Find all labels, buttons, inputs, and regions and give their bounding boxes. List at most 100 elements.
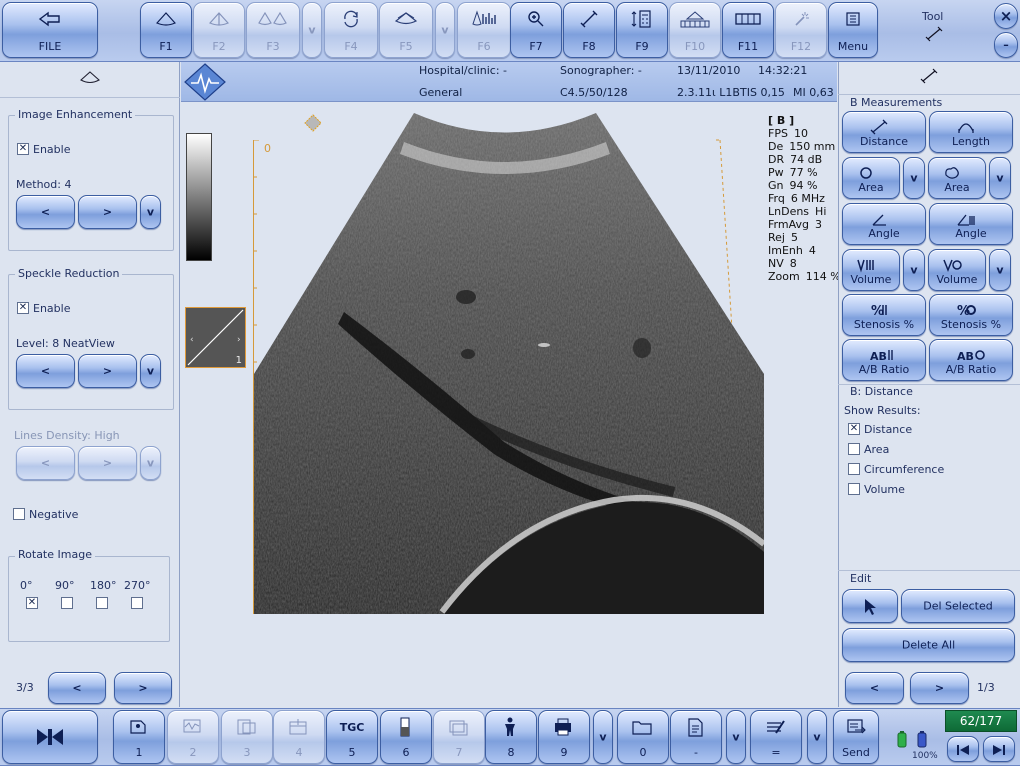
delete-all-button[interactable]: Delete All [842,628,1015,662]
tool-measure-icon [925,26,943,45]
volume-ellipse-button-more[interactable]: v [989,249,1011,291]
file-button[interactable]: FILE [2,2,98,58]
del-selected-button[interactable]: Del Selected [901,589,1015,623]
archive-button[interactable]: 4 [273,710,325,764]
f3-button[interactable]: F3 [246,2,300,58]
scan-param-value: 5 [790,231,798,244]
menu-list-icon [829,9,877,29]
f2-button[interactable]: F2 [193,2,245,58]
f7-button[interactable]: F7 [510,2,562,58]
bottom-more-button-1[interactable]: v [593,710,613,764]
lines-density-next-button[interactable]: > [78,446,137,480]
ab-ratio-circle-button[interactable]: AB A/B Ratio [929,339,1013,381]
f8-button[interactable]: F8 [563,2,615,58]
open-folder-button[interactable]: 0 [617,710,669,764]
scan-param-row: Zoom 114 % [768,270,841,283]
f9-button[interactable]: F9 [616,2,668,58]
notes-button[interactable]: - [670,710,722,764]
volume-ellipse-button[interactable]: Volume [928,249,986,291]
f3-more-button[interactable]: v [302,2,322,58]
negative-checkbox[interactable] [13,508,25,520]
length-button[interactable]: Length [929,111,1013,153]
menu-button[interactable]: Menu [828,2,878,58]
review-button[interactable]: 2 [167,710,219,764]
send-button[interactable]: Send [833,710,879,764]
result-area-checkbox[interactable] [848,443,860,455]
area-trace-button[interactable]: Area [928,157,986,199]
distance-icon [843,117,925,137]
stenosis-circle-icon: % [930,300,1012,320]
f5-more-button[interactable]: v [435,2,455,58]
rotate-90-checkbox[interactable] [61,597,73,609]
f5-button[interactable]: F5 [379,2,433,58]
settings-edit-button[interactable]: = [750,710,802,764]
method-next-button[interactable]: > [78,195,137,229]
skip-forward-icon [984,740,1014,760]
next-frame-button[interactable] [983,736,1015,762]
right-page-next-button[interactable]: > [910,672,969,704]
rotate-180-checkbox[interactable] [96,597,108,609]
report-button[interactable]: 3 [221,710,273,764]
f12-button[interactable]: F12 [775,2,827,58]
scan-param-key: Gn [768,179,784,192]
area-button-more[interactable]: v [903,157,925,199]
ab-ratio-button[interactable]: AB A/B Ratio [842,339,926,381]
f10-button[interactable]: F10 [669,2,721,58]
image-enhancement-enable-checkbox[interactable]: ✕ [17,143,29,155]
folder-button[interactable]: 7 [433,710,485,764]
edit-title: Edit [847,572,875,585]
area-trace-button-more[interactable]: v [989,157,1011,199]
left-page-next-button[interactable]: > [114,672,172,704]
f11-button[interactable]: F11 [722,2,774,58]
volume-button[interactable]: Volume [842,249,900,291]
bottom-more-button-3[interactable]: v [807,710,827,764]
select-pointer-button[interactable] [842,589,898,623]
stenosis-circle-button[interactable]: % Stenosis % [929,294,1013,336]
lines-density-more-button[interactable]: v [140,446,161,480]
prev-frame-button[interactable] [947,736,979,762]
lines-density-prev-button[interactable]: < [16,446,75,480]
speckle-prev-button[interactable]: < [16,354,75,388]
gray-curve-thumbnail[interactable]: ‹ › 1 [185,307,246,368]
scan-param-value: Hi [815,205,827,218]
angle-button[interactable]: Angle [842,203,926,245]
ultrasound-image[interactable] [254,112,766,614]
minimize-button[interactable]: – [994,32,1018,58]
close-button[interactable]: × [994,3,1018,29]
area-button[interactable]: Area [842,157,900,199]
speckle-next-button[interactable]: > [78,354,137,388]
freeze-icon [3,727,97,747]
method-prev-button[interactable]: < [16,195,75,229]
speckle-reduction-title: Speckle Reduction [15,267,123,280]
freeze-button[interactable] [2,710,98,764]
left-page-prev-button[interactable]: < [48,672,106,704]
angle-3line-button[interactable]: Angle [929,203,1013,245]
f1-button[interactable]: F1 [140,2,192,58]
gain-button[interactable]: 6 [380,710,432,764]
scan-param-row: DR 74 dB [768,153,822,166]
result-circumference-checkbox[interactable] [848,463,860,475]
f4-button[interactable]: F4 [324,2,378,58]
result-circumference-label: Circumference [864,463,945,476]
image-enhancement-enable-label: Enable [33,143,71,156]
scan-param-key: FrmAvg [768,218,809,231]
volume-button-more[interactable]: v [903,249,925,291]
right-page-prev-button[interactable]: < [845,672,904,704]
distance-button[interactable]: Distance [842,111,926,153]
rotate-0-checkbox[interactable]: ✕ [26,597,38,609]
result-volume-checkbox[interactable] [848,483,860,495]
bottom-more-button-2[interactable]: v [726,710,746,764]
rotate-270-checkbox[interactable] [131,597,143,609]
patient-button[interactable]: 1 [113,710,165,764]
body-mark-button[interactable]: 8 [485,710,537,764]
probe-text: C4.5/50/128 [560,86,628,99]
method-more-button[interactable]: v [140,195,161,229]
speckle-reduction-enable-checkbox[interactable]: ✕ [17,302,29,314]
scan-param-value: 94 % [789,179,818,192]
stenosis-button[interactable]: % Stenosis % [842,294,926,336]
tgc-button[interactable]: TGC 5 [326,710,378,764]
result-distance-checkbox[interactable]: ✕ [848,423,860,435]
print-button[interactable]: 9 [538,710,590,764]
f6-button[interactable]: F6 [457,2,511,58]
speckle-more-button[interactable]: v [140,354,161,388]
